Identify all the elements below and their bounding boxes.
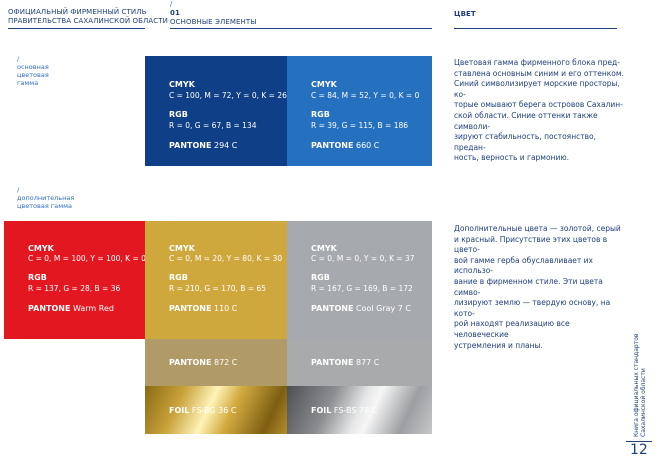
pantone-label: PANTONE bbox=[311, 141, 354, 150]
rgb-value: R = 0, G = 67, B = 134 bbox=[169, 121, 257, 130]
pantone-label: PANTONE bbox=[311, 304, 354, 313]
cmyk-value: C = 84, M = 52, Y = 0, K = 0 bbox=[311, 91, 420, 100]
foil-label: FOIL bbox=[311, 406, 332, 415]
cmyk-value: C = 100, M = 72, Y = 0, K = 26 bbox=[169, 91, 287, 100]
text-line: торые омывают берега островов Сахалин- bbox=[454, 100, 623, 110]
main-palette-slash: / bbox=[17, 55, 20, 63]
cmyk-label: CMYK bbox=[28, 244, 54, 253]
pantone-row: PANTONE 877 C bbox=[311, 358, 379, 367]
pantone-value: 877 C bbox=[355, 358, 380, 367]
swatch-foil-silver: FOIL FS-BS 78 C bbox=[287, 386, 432, 434]
pantone-value: 294 C bbox=[213, 141, 238, 150]
pantone-row: PANTONE Cool Gray 7 C bbox=[311, 304, 411, 313]
text-line: зируют стабильность, постоянство, предан… bbox=[454, 132, 596, 152]
header-section: / 01 ОСНОВНЫЕ ЭЛЕМЕНТЫ bbox=[170, 0, 257, 27]
pantone-label: PANTONE bbox=[311, 358, 354, 367]
swatch-blue-light: CMYK C = 84, M = 52, Y = 0, K = 0 RGB R … bbox=[287, 56, 432, 166]
pantone-value: Warm Red bbox=[72, 304, 114, 313]
swatch-gray: CMYK C = 0, M = 0, Y = 0, K = 37 RGB R =… bbox=[287, 221, 432, 339]
rgb-value: R = 210, G = 170, B = 65 bbox=[169, 284, 267, 293]
text-line: устремления и планы. bbox=[454, 340, 543, 350]
header-brand: ОФИЦИАЛЬНЫЙ ФИРМЕННЫЙ СТИЛЬ ПРАВИТЕЛЬСТВ… bbox=[8, 8, 168, 26]
pantone-label: PANTONE bbox=[169, 304, 212, 313]
foil-row: FOIL FS-BG 36 C bbox=[169, 406, 236, 415]
extra-palette-line1: дополнительная bbox=[17, 194, 75, 202]
header-divider-right bbox=[454, 28, 617, 29]
pantone-label: PANTONE bbox=[169, 141, 212, 150]
header-page-title: ЦВЕТ bbox=[454, 10, 476, 18]
cmyk-label: CMYK bbox=[311, 80, 337, 89]
cmyk-value: C = 0, M = 100, Y = 100, K = 0 bbox=[28, 254, 146, 263]
text-line: ность, верность и гармонию. bbox=[454, 153, 570, 163]
main-palette-line2: цветовая bbox=[17, 71, 49, 79]
pantone-value: 110 C bbox=[213, 304, 238, 313]
header-brand-line2: ПРАВИТЕЛЬСТВА САХАЛИНСКОЙ ОБЛАСТИ bbox=[8, 17, 168, 25]
pantone-row: PANTONE 872 C bbox=[169, 358, 237, 367]
text-line: лизируют землю — твердую основу, на кото… bbox=[454, 298, 611, 318]
cmyk-label: CMYK bbox=[169, 80, 195, 89]
swatch-gold: CMYK C = 0, M = 20, Y = 80, K = 30 RGB R… bbox=[145, 221, 287, 339]
text-line: ской области. Синие оттенки также символ… bbox=[454, 110, 598, 131]
rgb-value: R = 167, G = 169, B = 172 bbox=[311, 284, 413, 293]
text-line: Цветовая гамма фирменного блока пред- bbox=[454, 58, 620, 67]
pantone-row: PANTONE 294 C bbox=[169, 141, 237, 150]
pantone-row: PANTONE 110 C bbox=[169, 304, 237, 313]
extra-palette-line2: цветовая гамма bbox=[17, 202, 72, 210]
cmyk-label: CMYK bbox=[169, 244, 195, 253]
text-line: рой находят реализацию все человеческие bbox=[454, 319, 570, 339]
pantone-value: Cool Gray 7 C bbox=[355, 304, 412, 313]
text-line: Синий символизирует морские просторы, ко… bbox=[454, 79, 620, 99]
main-palette-line3: гамма bbox=[17, 79, 39, 87]
pantone-row: PANTONE Warm Red bbox=[28, 304, 114, 313]
foil-row: FOIL FS-BS 78 C bbox=[311, 406, 377, 415]
extra-palette-description: Дополнительные цвета — золотой, серый и … bbox=[454, 224, 624, 351]
rgb-label: RGB bbox=[169, 273, 188, 282]
rgb-value: R = 39, G = 115, B = 186 bbox=[311, 121, 409, 130]
cmyk-label: CMYK bbox=[311, 244, 337, 253]
footer-book-title-line1: Книга официальных стандартов bbox=[633, 333, 640, 437]
extra-palette-slash: / bbox=[17, 186, 20, 194]
text-line: вой гамме герба обуславливает их использ… bbox=[454, 255, 593, 276]
foil-value: FS-BG 36 C bbox=[191, 406, 237, 415]
swatch-gold-872: PANTONE 872 C bbox=[145, 339, 287, 386]
rgb-label: RGB bbox=[28, 273, 47, 282]
swatch-foil-gold: FOIL FS-BG 36 C bbox=[145, 386, 287, 434]
foil-label: FOIL bbox=[169, 406, 190, 415]
page-number: 12 bbox=[630, 442, 648, 458]
pantone-label: PANTONE bbox=[28, 304, 71, 313]
header-brand-line1: ОФИЦИАЛЬНЫЙ ФИРМЕННЫЙ СТИЛЬ bbox=[8, 8, 147, 16]
pantone-label: PANTONE bbox=[169, 358, 212, 367]
footer-book-title-line2: Сахалинской области bbox=[640, 368, 647, 437]
extra-palette-label: / дополнительная цветовая гамма bbox=[17, 186, 74, 210]
main-palette-label: / основная цветовая гамма bbox=[17, 55, 49, 87]
header-divider-left bbox=[8, 28, 145, 29]
pantone-value: 872 C bbox=[213, 358, 238, 367]
text-line: вание в фирменном стиле. Эти цвета симво… bbox=[454, 276, 603, 297]
main-palette-line1: основная bbox=[17, 63, 49, 71]
rgb-value: R = 137, G = 28, B = 36 bbox=[28, 284, 121, 293]
text-line: ставлена основным синим и его оттенком. bbox=[454, 68, 624, 78]
text-line: и красный. Присутствие этих цветов в цве… bbox=[454, 234, 608, 255]
header-divider-mid bbox=[170, 28, 432, 29]
swatch-blue-dark: CMYK C = 100, M = 72, Y = 0, K = 26 RGB … bbox=[145, 56, 287, 166]
rgb-label: RGB bbox=[311, 273, 330, 282]
swatch-gray-877: PANTONE 877 C bbox=[287, 339, 432, 386]
footer-book-title: Книга официальных стандартов Сахалинской… bbox=[633, 334, 647, 437]
header-section-number: 01 bbox=[170, 9, 180, 17]
text-line: Дополнительные цвета — золотой, серый bbox=[454, 224, 621, 233]
cmyk-value: C = 0, M = 20, Y = 80, K = 30 bbox=[169, 254, 283, 263]
cmyk-value: C = 0, M = 0, Y = 0, K = 37 bbox=[311, 254, 415, 263]
pantone-row: PANTONE 660 C bbox=[311, 141, 379, 150]
swatch-red: CMYK C = 0, M = 100, Y = 100, K = 0 RGB … bbox=[4, 221, 146, 339]
main-palette-description: Цветовая гамма фирменного блока пред- ст… bbox=[454, 58, 624, 164]
rgb-label: RGB bbox=[311, 110, 330, 119]
header-section-title: ОСНОВНЫЕ ЭЛЕМЕНТЫ bbox=[170, 18, 257, 26]
header-slash: / bbox=[170, 0, 173, 8]
pantone-value: 660 C bbox=[355, 141, 380, 150]
foil-value: FS-BS 78 C bbox=[333, 406, 378, 415]
rgb-label: RGB bbox=[169, 110, 188, 119]
